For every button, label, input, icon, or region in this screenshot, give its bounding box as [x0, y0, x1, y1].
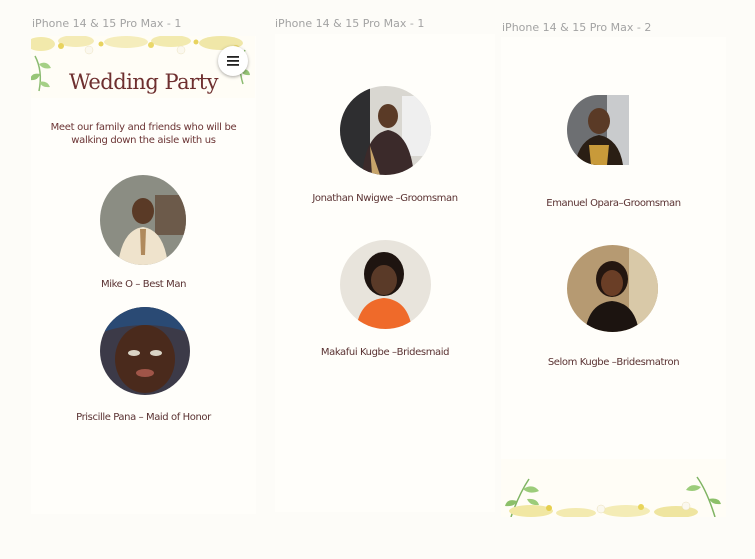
member-caption: Emanuel Opara–Groomsman [546, 198, 681, 209]
intro-text: Meet our family and friends who will be … [50, 122, 237, 146]
member-caption: Mike O – Best Man [100, 279, 187, 290]
member-photo [567, 245, 658, 332]
member-photo [100, 175, 186, 265]
member-photo [100, 307, 190, 395]
member-caption: Jonathan Nwigwe –Groomsman [312, 193, 458, 204]
phone-frame-1: Wedding Party Meet our family and friend… [31, 36, 256, 514]
member-photo [340, 240, 431, 329]
floral-footer [501, 459, 726, 517]
member-photo [567, 95, 629, 165]
frame-label-1: iPhone 14 & 15 Pro Max - 1 [32, 17, 182, 30]
menu-button[interactable] [218, 46, 248, 76]
member-caption: Priscille Pana – Maid of Honor [76, 412, 211, 423]
page-title: Wedding Party [68, 70, 219, 94]
frame-label-3: iPhone 14 & 15 Pro Max - 2 [502, 21, 652, 34]
phone-frame-3: Emanuel Opara–Groomsman Selom Kugbe –Bri… [501, 37, 726, 517]
member-photo [340, 86, 431, 175]
hamburger-menu-icon [227, 56, 239, 66]
frame-label-2: iPhone 14 & 15 Pro Max - 1 [275, 17, 425, 30]
phone-frame-2: Jonathan Nwigwe –Groomsman Makafui Kugbe… [275, 34, 495, 512]
member-caption: Selom Kugbe –Bridesmatron [547, 357, 680, 368]
member-caption: Makafui Kugbe –Bridesmaid [320, 347, 450, 358]
